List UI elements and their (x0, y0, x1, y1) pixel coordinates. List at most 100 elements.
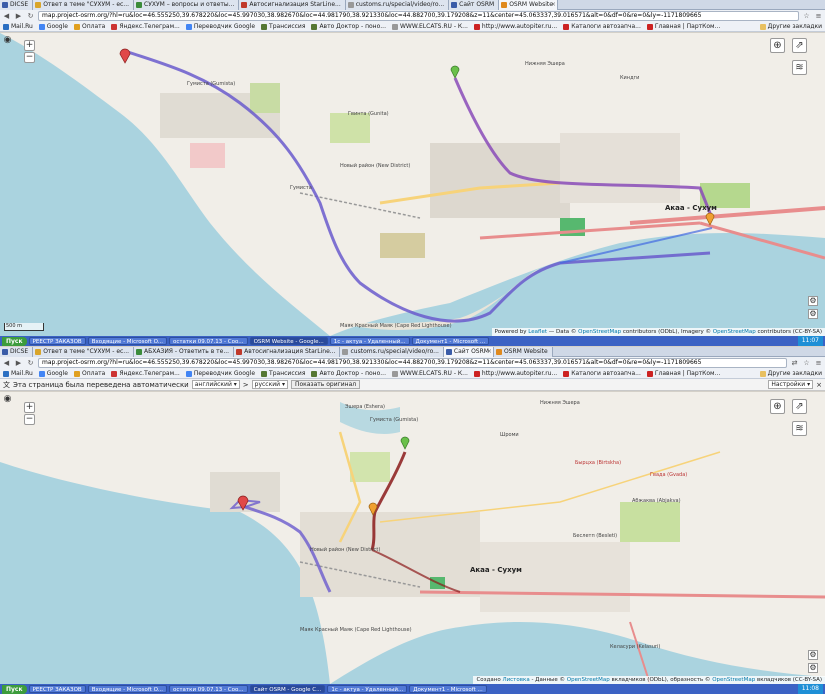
taskbar-window-button[interactable]: остатки 09.07.13 - Соо... (168, 337, 248, 345)
tab-osrm-website[interactable]: OSRM Website (493, 347, 553, 357)
zoom-in-button[interactable]: + (24, 40, 35, 51)
taskbar-window-button[interactable]: Входящие - Microsoft O... (87, 685, 167, 693)
bookmark-item[interactable]: http://www.autopiter.ru... (473, 370, 557, 377)
url-input[interactable]: map.project-osrm.org/?hl=ru&loc=46.55525… (38, 11, 799, 21)
other-bookmarks-folder[interactable]: Другие закладки (759, 370, 822, 377)
bookmark-item[interactable]: Каталоги автозапча... (563, 23, 641, 30)
locate-icon[interactable]: ⊕ (770, 399, 785, 414)
zoom-out-button[interactable]: − (24, 414, 35, 425)
tab-forum-reply[interactable]: Ответ в теме "СУХУМ - ес... (33, 0, 135, 10)
taskbar-window-button[interactable]: 1с - актуа - Удаленный... (327, 685, 408, 693)
zoom-out-button[interactable]: − (24, 52, 35, 63)
star-icon[interactable]: ☆ (802, 12, 811, 21)
gear-icon[interactable]: ⚙ (808, 296, 818, 306)
leaflet-link[interactable]: Листовка (502, 677, 529, 683)
bookmark-item[interactable]: http://www.autopiter.ru... (473, 23, 557, 30)
back-arrow-icon[interactable]: ◀ (2, 12, 11, 21)
tab-customs[interactable]: customs.ru/special/video/ro... (345, 0, 450, 10)
tab-sukhum-qa[interactable]: СУХУМ – вопросы и ответы... (134, 0, 240, 10)
tab-osrm-ru[interactable]: Сайт OSRM × (443, 347, 494, 357)
taskbar-window-button[interactable]: 1с - актуа - Удаленный... (329, 337, 410, 345)
leaflet-link[interactable]: Leaflet (528, 329, 547, 335)
bookmark-item[interactable]: Авто Доктор - поно... (311, 23, 386, 30)
tab-forum-reply[interactable]: Ответ в теме "СУХУМ - ес... (33, 347, 135, 357)
route-editor-icon[interactable]: ⇗ (792, 38, 807, 53)
tab-osrm-website[interactable]: OSRM Website × (499, 0, 558, 10)
other-bookmarks-folder[interactable]: Другие закладки (759, 23, 822, 30)
info-icon[interactable]: ⚙ (808, 663, 818, 673)
bookmark-item[interactable]: Трансиссия (261, 23, 305, 30)
tab-customs[interactable]: customs.ru/special/video/ro... (340, 347, 444, 357)
map-view[interactable]: Акаа - Сухум Эшера (Eshera) Бырцха (Birt… (0, 392, 825, 684)
tab-dicse[interactable]: DICSE (0, 347, 34, 357)
forward-arrow-icon[interactable]: ▶ (14, 359, 23, 368)
translate-settings-button[interactable]: Настройки ▾ (768, 380, 814, 389)
bookmark-item[interactable]: Трансиссия (261, 370, 305, 377)
eye-icon[interactable]: ◉ (2, 395, 13, 406)
osm-link[interactable]: OpenStreetMap (712, 677, 755, 683)
eye-icon[interactable]: ◉ (2, 36, 13, 47)
tab-starline[interactable]: Автосигнализация StarLine... (234, 347, 341, 357)
bookmark-item[interactable]: Яндекс.Телеграм... (111, 370, 180, 377)
bookmark-item[interactable]: Переводчик Google (185, 23, 255, 30)
osm-link[interactable]: OpenStreetMap (578, 329, 621, 335)
tab-osrm-ru[interactable]: Сайт OSRM (449, 0, 500, 10)
osm-link[interactable]: OpenStreetMap (713, 329, 756, 335)
taskbar-window-button[interactable]: РЕЕСТР ЗАКАЗОВ (28, 337, 86, 345)
layers-icon[interactable]: ≋ (792, 421, 807, 436)
show-original-button[interactable]: Показать оригинал (290, 380, 361, 389)
bookmark-item[interactable]: Оплата (73, 370, 105, 377)
bookmark-item[interactable]: WWW.ELCATS.RU - К... (392, 370, 468, 377)
star-icon[interactable]: ☆ (802, 359, 811, 368)
menu-icon[interactable]: ≡ (814, 12, 823, 21)
map-view[interactable]: Акаа - Сухум Гумиста (Gumista) Новый рай… (0, 33, 825, 336)
bookmark-item[interactable]: Переводчик Google (185, 370, 255, 377)
forward-arrow-icon[interactable]: ▶ (14, 12, 23, 21)
source-language-select[interactable]: английский ▾ (191, 380, 240, 389)
bookmark-item[interactable]: Главная | ПартКом... (646, 370, 720, 377)
bookmark-item[interactable]: Оплата (73, 23, 105, 30)
bookmark-item[interactable]: Mail.Ru (3, 23, 33, 30)
start-button[interactable]: Пуск (2, 684, 27, 694)
reload-icon[interactable]: ↻ (26, 359, 35, 368)
bookmark-item[interactable]: Каталоги автозапча... (563, 370, 641, 377)
close-icon[interactable]: × (816, 381, 822, 389)
taskbar-window-button[interactable]: РЕЕСТР ЗАКАЗОВ (28, 685, 86, 693)
taskbar-window-button[interactable]: Сайт OSRM - Google C... (249, 685, 326, 693)
bookmark-item[interactable]: Google (38, 370, 68, 377)
layers-icon[interactable]: ≋ (792, 60, 807, 75)
url-input[interactable]: map.project-osrm.org/?hl=ru&loc=46.55525… (38, 358, 787, 368)
bookmark-item[interactable]: Авто Доктор - поно... (311, 370, 386, 377)
tab-starline[interactable]: Автосигнализация StarLine... (239, 0, 346, 10)
map-label: Новый район (New District) (310, 547, 381, 553)
bookmark-favicon-icon (646, 370, 653, 377)
bookmark-item[interactable]: Mail.Ru (3, 370, 33, 377)
taskbar-window-button[interactable]: Документ1 - Microsoft ... (409, 685, 487, 693)
locate-icon[interactable]: ⊕ (770, 38, 785, 53)
bookmark-item[interactable]: Google (38, 23, 68, 30)
translate-icon[interactable]: ⇄ (790, 359, 799, 368)
tab-abkhazia[interactable]: АБХАЗИЯ - Ответить в те... (134, 347, 235, 357)
gear-icon[interactable]: ⚙ (808, 650, 818, 660)
menu-icon[interactable]: ≡ (814, 359, 823, 368)
target-language-select[interactable]: русский ▾ (251, 380, 288, 389)
close-tab-icon[interactable]: × (487, 347, 492, 357)
close-tab-icon[interactable]: × (551, 0, 556, 10)
taskbar-window-button[interactable]: Документ1 - Microsoft ... (411, 337, 490, 345)
osm-link[interactable]: OpenStreetMap (567, 677, 610, 683)
tab-dicse[interactable]: DICSE (0, 0, 34, 10)
route-editor-icon[interactable]: ⇗ (792, 399, 807, 414)
taskbar-window-button[interactable]: остатки 09.07.13 - Соо... (168, 685, 248, 693)
bookmark-favicon-icon (473, 23, 480, 30)
zoom-in-button[interactable]: + (24, 402, 35, 413)
start-button[interactable]: Пуск (2, 336, 27, 346)
reload-icon[interactable]: ↻ (26, 12, 35, 21)
back-arrow-icon[interactable]: ◀ (2, 359, 11, 368)
info-icon[interactable]: ⚙ (808, 309, 818, 319)
bookmark-label: Авто Доктор - поно... (319, 370, 386, 377)
bookmark-item[interactable]: Главная | ПартКом... (646, 23, 720, 30)
taskbar-window-button[interactable]: OSRM Website - Google... (249, 337, 328, 345)
taskbar-window-button[interactable]: Входящие - Microsoft O... (87, 337, 167, 345)
bookmark-item[interactable]: WWW.ELCATS.RU - К... (392, 23, 468, 30)
bookmark-item[interactable]: Яндекс.Телеграм... (111, 23, 180, 30)
